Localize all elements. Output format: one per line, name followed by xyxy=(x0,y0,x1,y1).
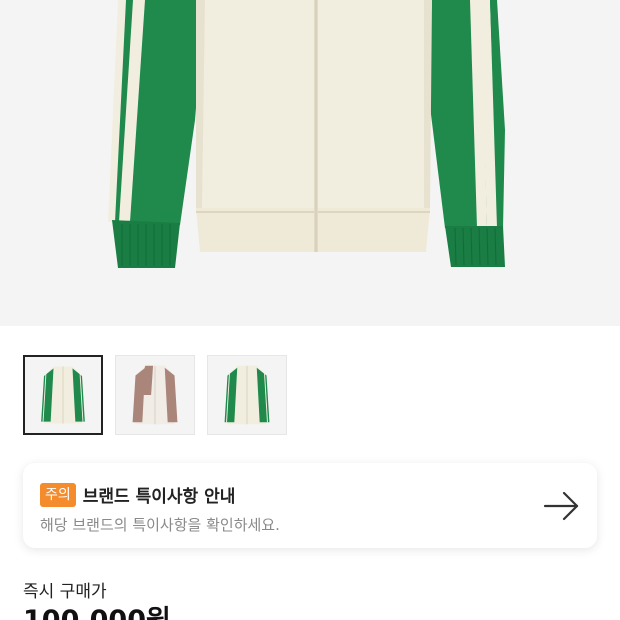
jacket-illustration xyxy=(108,0,505,268)
thumbnail-image xyxy=(41,366,85,424)
thumbnail-image xyxy=(224,365,270,425)
thumbnail-image xyxy=(132,365,178,425)
thumbnail-brown-jacket[interactable] xyxy=(115,355,195,435)
thumbnail-list xyxy=(23,355,287,435)
warning-badge: 주의 xyxy=(40,482,76,507)
notice-title: 브랜드 특이사항 안내 xyxy=(82,487,236,507)
notice-header: 주의 브랜드 특이사항 안내 xyxy=(40,482,235,507)
arrow-right-icon[interactable] xyxy=(543,490,581,522)
thumbnail-green-jacket[interactable] xyxy=(23,355,103,435)
thumbnail-green-jacket-alt[interactable] xyxy=(207,355,287,435)
brand-notice-card[interactable]: 주의 브랜드 특이사항 안내 해당 브랜드의 특이사항을 확인하세요. xyxy=(23,463,597,548)
product-main-image[interactable] xyxy=(0,0,620,326)
notice-description: 해당 브랜드의 특이사항을 확인하세요. xyxy=(40,516,280,534)
price-value: 100,000원 xyxy=(23,598,171,620)
